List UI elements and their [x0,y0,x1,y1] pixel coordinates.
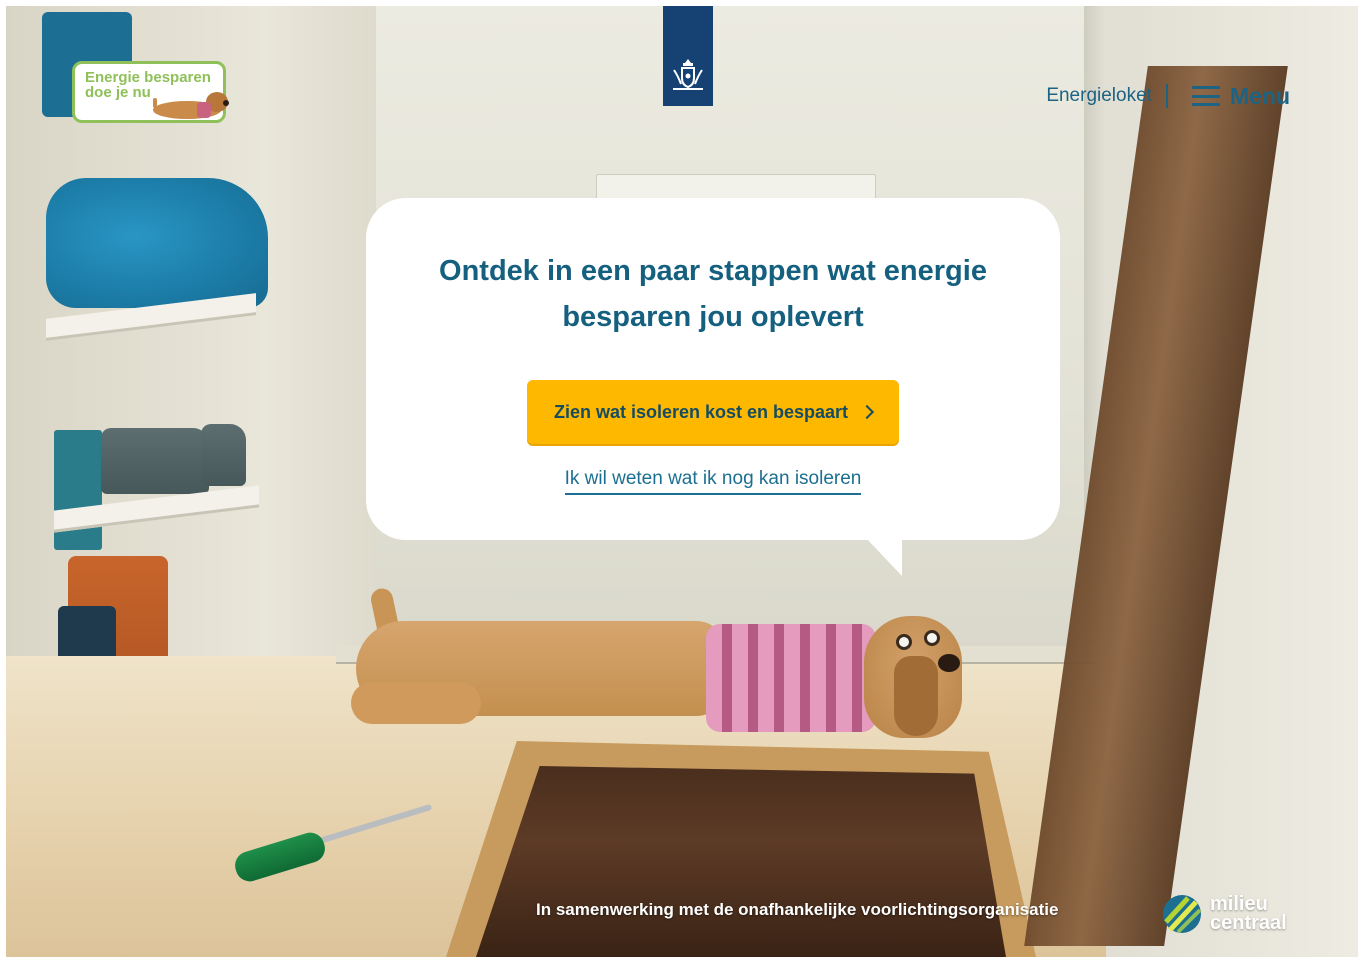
draught-dog-leg [351,682,481,724]
logo-line-1: Energie besparen [85,69,211,86]
coat-of-arms-icon [673,59,703,90]
hamburger-icon [1191,86,1220,106]
draught-dog-eye [924,630,940,646]
draught-dog-icon [153,92,229,119]
shoe [101,428,209,494]
milieu-centraal-wordmark: milieu centraal [1210,894,1287,934]
milieu-centraal-logo[interactable]: milieu centraal [1160,892,1287,936]
chevron-right-icon [859,404,875,420]
menu-label: Menu [1229,82,1290,109]
floor-hatch-opening [476,766,1006,957]
what-can-i-insulate-link[interactable]: Ik wil weten wat ik nog kan isoleren [564,468,862,495]
draught-dog-nose [938,654,960,672]
draught-dog-ear [894,656,938,736]
government-emblem [663,6,713,106]
header-nav: Energieloket Menu [1046,82,1290,110]
draught-dog-sweater [706,624,876,732]
cta-label: Zien wat isoleren kost en bespaart [553,401,849,422]
shoe [201,424,246,486]
nav-divider [1165,84,1168,108]
site-logo[interactable]: Energie besparen doe je nu [72,61,229,123]
milieu-centraal-line-2: centraal [1210,912,1287,934]
speech-bubble-card: Ontdek in een paar stappen wat energie b… [366,198,1060,540]
teal-box [54,430,102,550]
energieloket-link[interactable]: Energieloket [1046,85,1152,107]
menu-button[interactable]: Menu [1191,82,1290,110]
milieu-centraal-mark-icon [1163,895,1202,934]
speech-bubble-tail-join [864,536,902,540]
page-title: Ontdek in een paar stappen wat energie b… [439,255,987,333]
blue-blanket [46,178,268,308]
draught-dog-eye [896,634,912,650]
isolation-cost-button[interactable]: Zien wat isoleren kost en bespaart [527,380,899,444]
partner-text: In samenwerking met de onafhankelijke vo… [536,900,1059,919]
speech-bubble-tail [866,538,902,576]
